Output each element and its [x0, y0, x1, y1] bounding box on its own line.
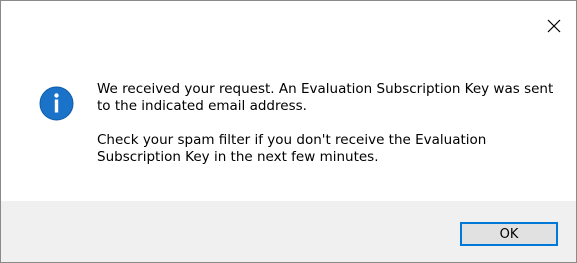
- message-paragraph-2: Check your spam filter if you don't rece…: [97, 132, 487, 165]
- close-icon: [547, 19, 561, 33]
- close-button[interactable]: [539, 11, 569, 41]
- button-bar: OK: [1, 201, 576, 262]
- information-icon: [39, 86, 74, 121]
- ok-button[interactable]: OK: [460, 222, 558, 246]
- message-dialog: We received your request. An Evaluation …: [0, 0, 577, 263]
- title-bar: [1, 1, 576, 61]
- message-text: We received your request. An Evaluation …: [97, 81, 557, 183]
- dialog-content: We received your request. An Evaluation …: [1, 61, 576, 201]
- message-paragraph-1: We received your request. An Evaluation …: [97, 81, 554, 114]
